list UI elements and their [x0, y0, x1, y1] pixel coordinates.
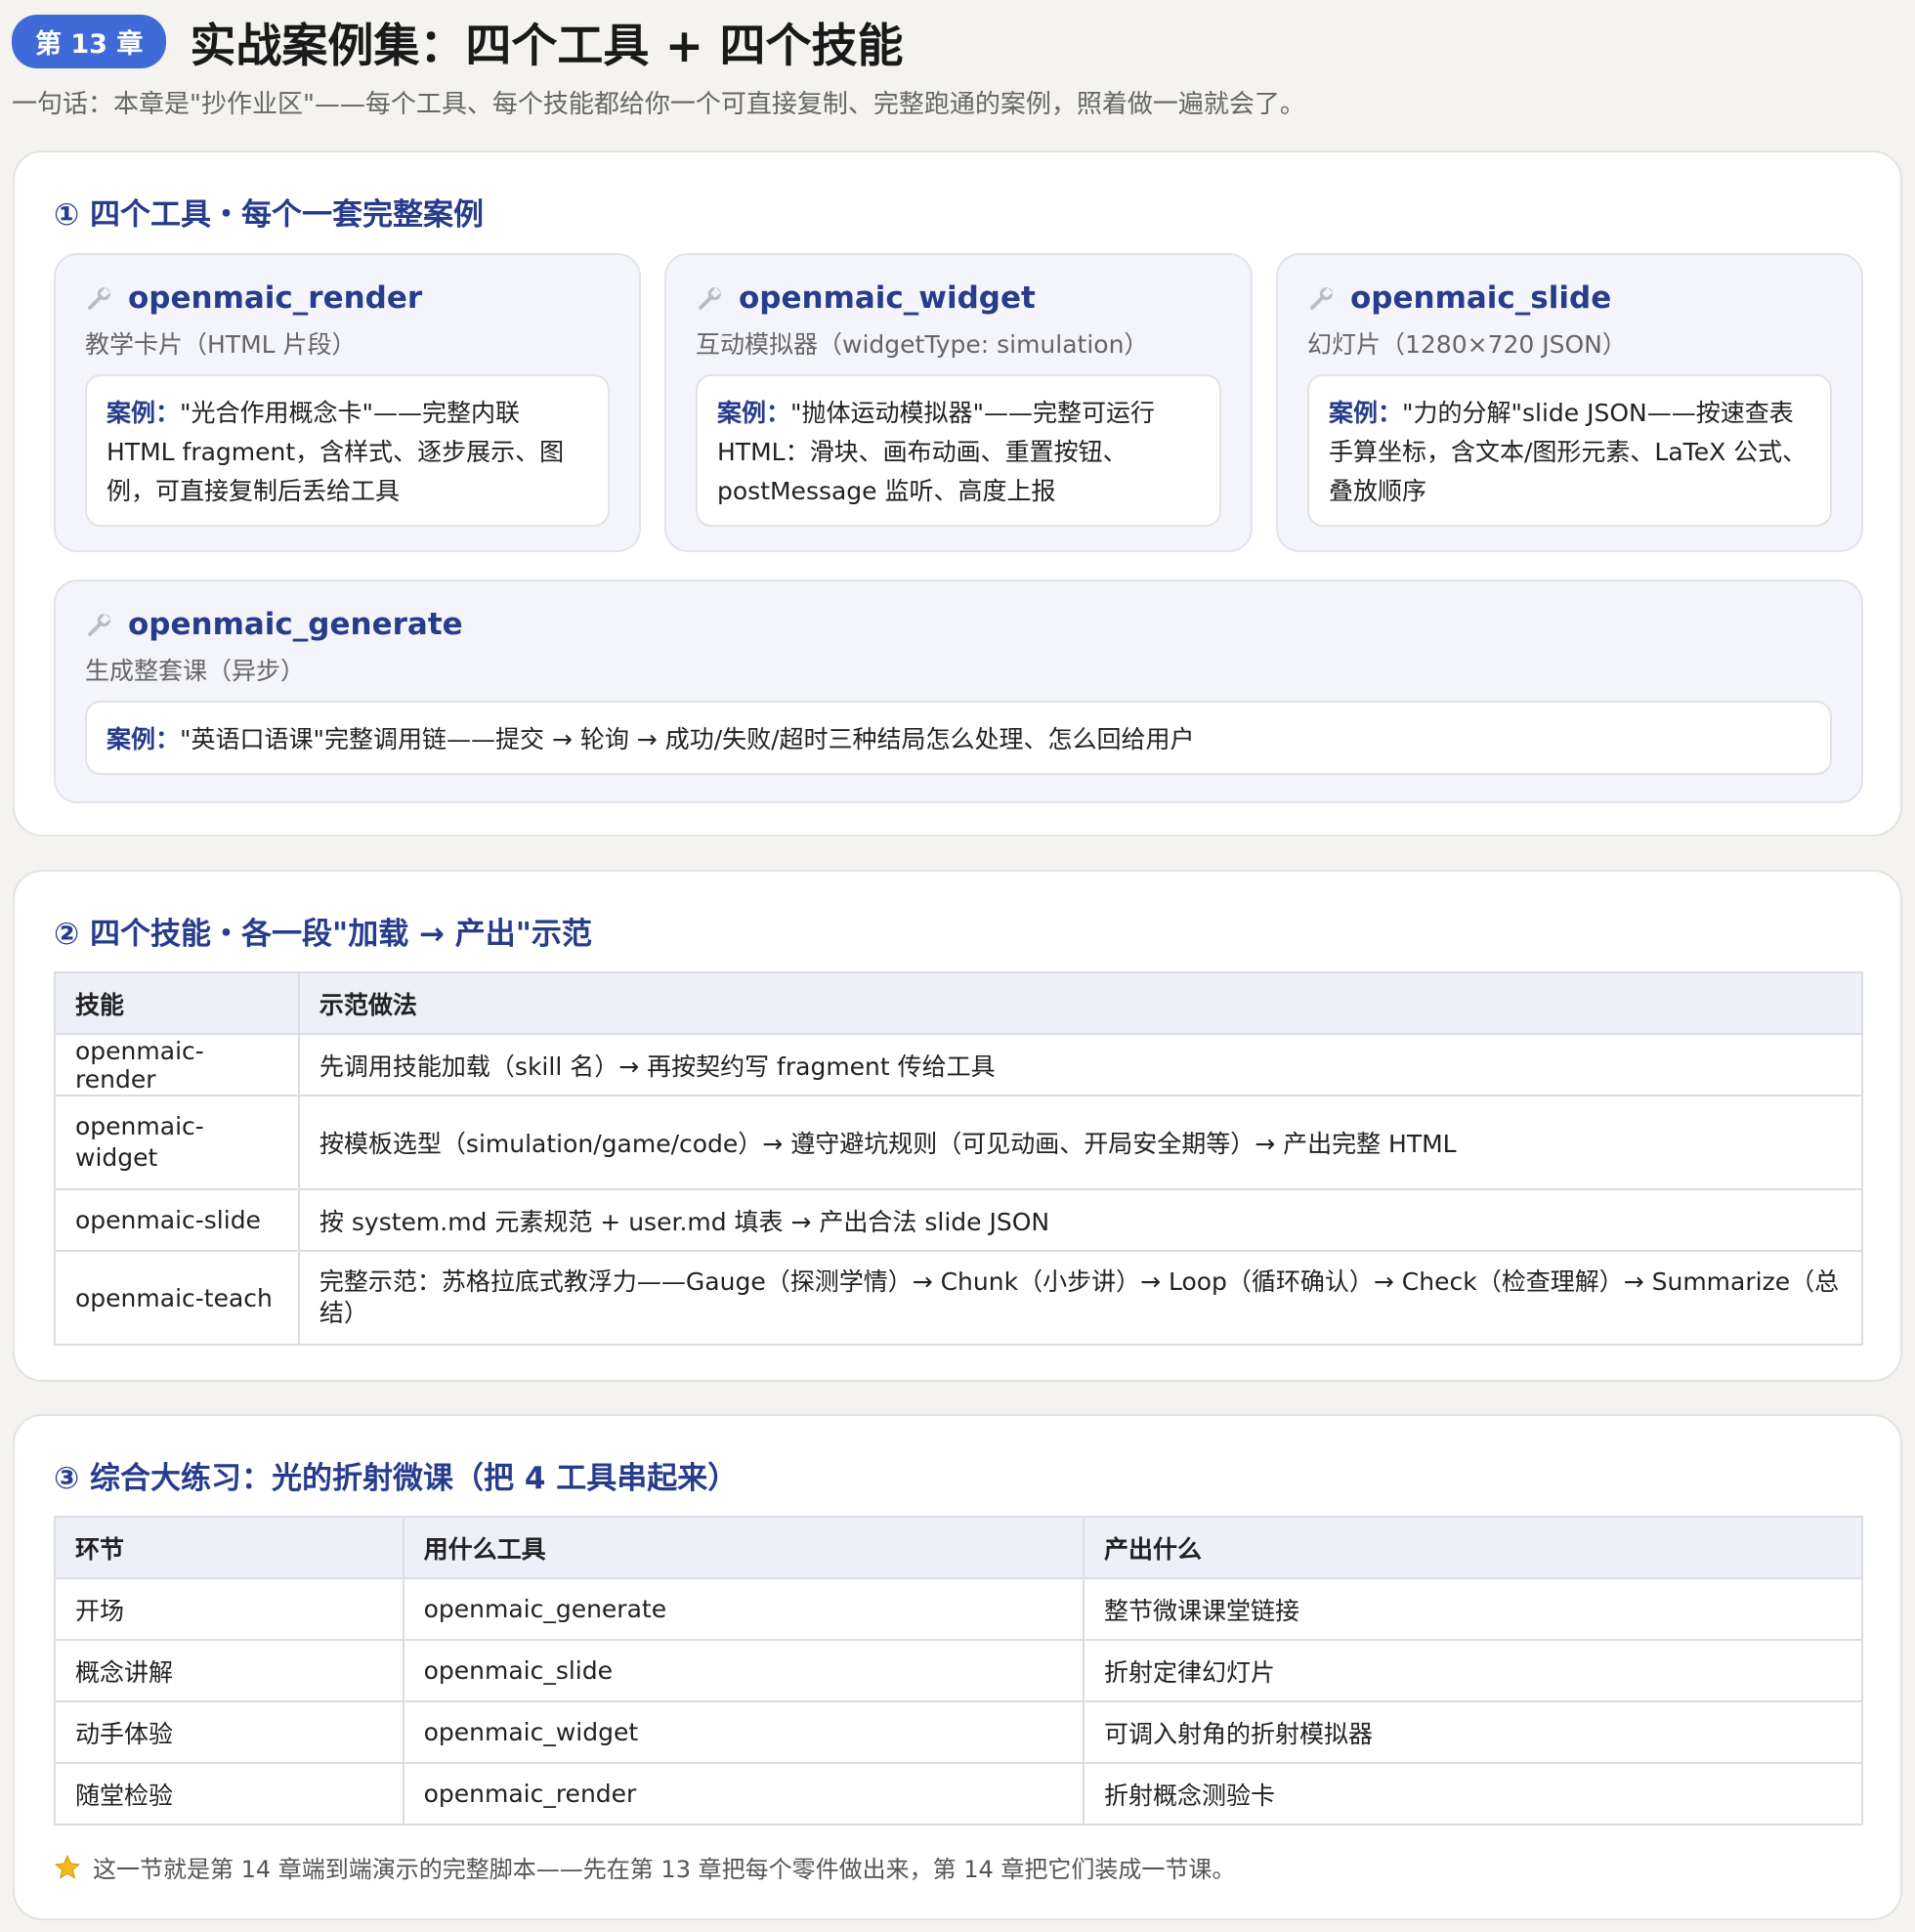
tool-card-render: openmaic_render 教学卡片（HTML 片段） 案例："光合作用概念… — [54, 253, 641, 552]
example-label: 案例： — [717, 399, 791, 427]
wrench-icon — [88, 287, 110, 310]
tool-subtitle: 生成整套课（异步） — [85, 657, 306, 685]
table-cell: 折射概念测验卡 — [1083, 1762, 1863, 1825]
table-cell: 随堂检验 — [54, 1762, 404, 1825]
star-icon — [54, 1854, 81, 1879]
table-cell: 开场 — [54, 1577, 404, 1641]
example-text: "英语口语课"完整调用链——提交 → 轮询 → 成功/失败/超时三种结局怎么处理… — [180, 725, 1195, 753]
table-cell: openmaic-render — [54, 1033, 300, 1096]
cell-text: openmaic-widget — [75, 1112, 204, 1172]
table-header: 用什么工具 — [402, 1516, 1085, 1579]
skills-table: 技能 示范做法 openmaic-render 先调用技能加载（skill 名）… — [54, 971, 1864, 1346]
table-row: 开场 openmaic_generate 整节微课课堂链接 — [54, 1577, 1863, 1641]
table-cell: openmaic_render — [402, 1762, 1085, 1825]
table-row: openmaic-teach 完整示范：苏格拉底式教浮力——Gauge（探测学情… — [54, 1250, 1864, 1346]
example-box: 案例："光合作用概念卡"——完整内联 HTML fragment，含样式、逐步展… — [85, 374, 610, 527]
example-box: 案例："抛体运动模拟器"——完整可运行 HTML：滑块、画布动画、重置按钮、po… — [696, 374, 1221, 527]
page-header: 第 13 章 实战案例集：四个工具 + 四个技能 一句话：本章是"抄作业区"——… — [12, 8, 1897, 120]
wrench-icon — [88, 614, 110, 636]
table-cell: 按模板选型（simulation/game/code）→ 遵守避坑规则（可见动画… — [297, 1095, 1864, 1190]
table-cell: 按 system.md 元素规范 + user.md 填表 → 产出合法 sli… — [297, 1188, 1864, 1252]
table-cell: openmaic_widget — [402, 1700, 1085, 1764]
exercise-section: ③ 综合大练习：光的折射微课（把 4 工具串起来） 环节 用什么工具 产出什么 … — [13, 1414, 1902, 1920]
note-text: 这一节就是第 14 章端到端演示的完整脚本——先在第 13 章把每个零件做出来，… — [93, 1856, 1236, 1883]
table-header: 技能 — [54, 971, 300, 1035]
table-cell: openmaic-teach — [54, 1250, 300, 1346]
tool-name: openmaic_generate — [128, 607, 463, 642]
table-row: 随堂检验 openmaic_render 折射概念测验卡 — [54, 1762, 1863, 1825]
table-cell: 完整示范：苏格拉底式教浮力——Gauge（探测学情）→ Chunk（小步讲）→ … — [297, 1250, 1864, 1346]
tool-subtitle: 教学卡片（HTML 片段） — [85, 330, 357, 359]
tool-subtitle: 互动模拟器（widgetType: simulation） — [696, 330, 1149, 359]
table-cell: openmaic-widget — [54, 1095, 300, 1190]
tool-name: openmaic_slide — [1350, 280, 1612, 316]
table-row: 概念讲解 openmaic_slide 折射定律幻灯片 — [54, 1639, 1863, 1702]
table-row: 动手体验 openmaic_widget 可调入射角的折射模拟器 — [54, 1700, 1863, 1764]
tool-card-generate: openmaic_generate 生成整套课（异步） 案例："英语口语课"完整… — [54, 580, 1863, 803]
example-label: 案例： — [106, 399, 181, 427]
tool-card-slide: openmaic_slide 幻灯片（1280×720 JSON） 案例："力的… — [1276, 253, 1863, 552]
wrench-icon — [699, 287, 721, 310]
wrench-icon — [1310, 287, 1333, 310]
example-label: 案例： — [1329, 399, 1403, 427]
tool-subtitle: 幻灯片（1280×720 JSON） — [1307, 330, 1627, 359]
page-title: 实战案例集：四个工具 + 四个技能 — [190, 19, 904, 73]
table-cell: openmaic_generate — [402, 1577, 1085, 1641]
tool-name: openmaic_widget — [739, 280, 1036, 316]
example-box: 案例："力的分解"slide JSON——按速查表手算坐标，含文本/图形元素、L… — [1307, 374, 1832, 527]
table-cell: 折射定律幻灯片 — [1083, 1639, 1863, 1702]
table-cell: openmaic-slide — [54, 1188, 300, 1252]
table-row: openmaic-widget 按模板选型（simulation/game/co… — [54, 1095, 1864, 1190]
example-label: 案例： — [106, 725, 181, 753]
table-cell: 概念讲解 — [54, 1639, 404, 1702]
footer-note: 这一节就是第 14 章端到端演示的完整脚本——先在第 13 章把每个零件做出来，… — [54, 1850, 1235, 1884]
tool-name: openmaic_render — [128, 280, 423, 316]
table-header: 示范做法 — [297, 971, 1864, 1035]
chapter-badge: 第 13 章 — [12, 14, 167, 68]
table-header: 环节 — [54, 1516, 404, 1579]
skills-section: ② 四个技能・各一段"加载 → 产出"示范 技能 示范做法 openmaic-r… — [13, 870, 1902, 1382]
exercise-table: 环节 用什么工具 产出什么 开场 openmaic_generate 整节微课课… — [54, 1516, 1863, 1825]
table-header: 产出什么 — [1083, 1516, 1863, 1579]
table-row: openmaic-slide 按 system.md 元素规范 + user.m… — [54, 1188, 1864, 1252]
section-title: ① 四个工具・每个一套完整案例 — [54, 197, 485, 233]
section-title: ③ 综合大练习：光的折射微课（把 4 工具串起来） — [54, 1461, 739, 1496]
table-cell: openmaic_slide — [402, 1639, 1085, 1702]
example-box: 案例："英语口语课"完整调用链——提交 → 轮询 → 成功/失败/超时三种结局怎… — [85, 701, 1832, 775]
tool-card-widget: openmaic_widget 互动模拟器（widgetType: simula… — [664, 253, 1253, 552]
tools-section: ① 四个工具・每个一套完整案例 openmaic_render 教学卡片（HTM… — [13, 150, 1902, 837]
table-row: openmaic-render 先调用技能加载（skill 名）→ 再按契约写 … — [54, 1033, 1864, 1096]
section-title: ② 四个技能・各一段"加载 → 产出"示范 — [54, 917, 592, 952]
page-subtitle: 一句话：本章是"抄作业区"——每个工具、每个技能都给你一个可直接复制、完整跑通的… — [12, 90, 1305, 119]
table-cell: 整节微课课堂链接 — [1083, 1577, 1863, 1641]
table-cell: 可调入射角的折射模拟器 — [1083, 1700, 1863, 1764]
table-cell: 先调用技能加载（skill 名）→ 再按契约写 fragment 传给工具 — [297, 1033, 1864, 1096]
table-cell: 动手体验 — [54, 1700, 404, 1764]
